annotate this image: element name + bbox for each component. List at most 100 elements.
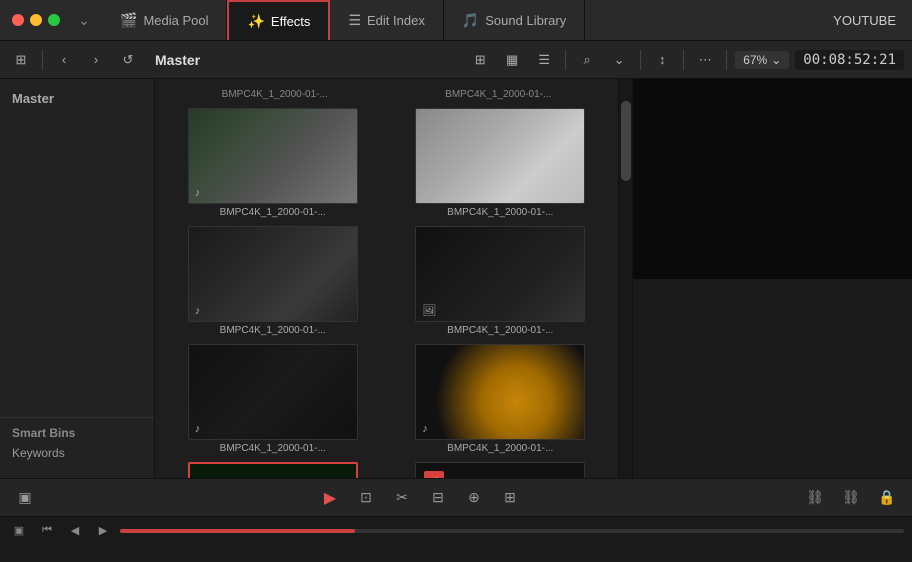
thumbnail-vid3: ♪: [188, 226, 358, 322]
back-icon[interactable]: ‹: [51, 47, 77, 73]
list-item[interactable]: ♪ BMPC4K_1_2000-01-...: [163, 344, 383, 454]
thumbnail-vid2: ♪: [415, 108, 585, 204]
timeline-bar: ▣ ⏮ ◀ ▶: [0, 516, 912, 544]
tab-edit-index[interactable]: ☰ Edit Index: [330, 0, 443, 40]
preview-video: [633, 79, 912, 279]
scroll-thumb[interactable]: [621, 101, 631, 181]
scroll-track[interactable]: [618, 79, 632, 478]
timeline-progress-bar[interactable]: [120, 529, 904, 533]
minimize-button[interactable]: [30, 14, 42, 26]
thumbnail-timeline: ✓ ⊟: [415, 462, 585, 478]
timeline-progress-fill: [120, 529, 355, 533]
tab-sound-library[interactable]: 🎵 Sound Library: [444, 0, 585, 40]
view-toggle-icon[interactable]: ⊞: [8, 47, 34, 73]
grid-view-icon[interactable]: ⊞: [467, 47, 493, 73]
zoom-value: 67%: [743, 53, 767, 67]
media-label: BMPC4K_1_2000-01-...: [188, 325, 358, 336]
list-item[interactable]: Kit 31 Cm 90BPM.wav: [163, 462, 383, 478]
replace-icon[interactable]: ⊕: [461, 485, 487, 511]
forward-icon[interactable]: ›: [83, 47, 109, 73]
timeline-monitor-icon[interactable]: ▣: [8, 520, 30, 542]
smart-bins-label: Smart Bins: [12, 426, 142, 440]
tab-sound-library-label: Sound Library: [485, 13, 566, 28]
main-layout: Master Smart Bins Keywords BMPC4K_1_2000…: [0, 79, 912, 478]
lock-icon[interactable]: 🔒: [874, 485, 900, 511]
media-area: BMPC4K_1_2000-01-... BMPC4K_1_2000-01-..…: [155, 79, 618, 478]
sidebar-item-keywords[interactable]: Keywords: [12, 444, 142, 462]
overwrite-icon[interactable]: ⊟: [425, 485, 451, 511]
divider3: [640, 50, 641, 70]
top-bar: ⌄ 🎬 Media Pool ✨ Effects ☰ Edit Index 🎵 …: [0, 0, 912, 41]
file-headers: BMPC4K_1_2000-01-... BMPC4K_1_2000-01-..…: [163, 87, 610, 104]
media-label: BMPC4K_1_2000-01-...: [415, 207, 585, 218]
close-button[interactable]: [12, 14, 24, 26]
timeline-prev-icon[interactable]: ◀: [64, 520, 86, 542]
thumbnail-vid1: ♪: [188, 108, 358, 204]
bottom-toolbar: ▣ ▶ ⊡ ✂ ⊟ ⊕ ⊞ ⛓ ⛓ 🔒: [0, 478, 912, 516]
sort-icon[interactable]: ↕: [649, 47, 675, 73]
window-title: YOUTUBE: [833, 13, 912, 28]
sidebar-master-label: Master: [0, 87, 154, 110]
cut-icon[interactable]: ✂: [389, 485, 415, 511]
monitor-icon[interactable]: ▣: [12, 485, 38, 511]
divider2: [565, 50, 566, 70]
sidebar-bottom: Smart Bins Keywords: [0, 417, 154, 470]
effects-icon: ✨: [247, 13, 264, 30]
link-clips-icon[interactable]: ⛓: [802, 485, 828, 511]
second-bar: ⊞ ‹ › ↺ Master ⊞ ▦ ☰ ⌕ ⌄ ↕ ⋯ 67% ⌄ 00:08…: [0, 41, 912, 79]
media-label: BMPC4K_1_2000-01-...: [415, 325, 585, 336]
trim-icon[interactable]: ⊡: [353, 485, 379, 511]
music-icon: ♪: [195, 423, 201, 435]
right-controls: ⊞ ▦ ☰ ⌕ ⌄ ↕ ⋯ 67% ⌄ 00:08:52:21: [467, 47, 904, 73]
more-options-icon[interactable]: ⋯: [692, 47, 718, 73]
list-item[interactable]: ✓ ⊟ Timeline 1: [391, 462, 611, 478]
list-item[interactable]: ♪ BMPC4K_1_2000-01-...: [163, 226, 383, 336]
thumbnail-vid6: ♪: [415, 344, 585, 440]
timeline-back-icon[interactable]: ⏮: [36, 520, 58, 542]
zoom-display[interactable]: 67% ⌄: [735, 51, 789, 69]
music-icon: ♪: [195, 305, 201, 317]
list-item[interactable]: ♪ BMPC4K_1_2000-01-...: [391, 344, 611, 454]
list-item[interactable]: 🖼 BMPC4K_1_2000-01-...: [391, 226, 611, 336]
media-label: BMPC4K_1_2000-01-...: [415, 443, 585, 454]
media-grid-row1: ♪ BMPC4K_1_2000-01-... ♪ BMPC4K_1_2000-0…: [163, 108, 610, 218]
folder-title: Master: [147, 52, 208, 68]
music-icon: ♪: [422, 423, 428, 435]
search-icon[interactable]: ⌕: [574, 47, 600, 73]
music-icon: ♪: [422, 187, 428, 199]
gap-icon[interactable]: ⊞: [497, 485, 523, 511]
thumbnail-vid4: 🖼: [415, 226, 585, 322]
list-view-icon[interactable]: ☰: [531, 47, 557, 73]
unlink-clips-icon[interactable]: ⛓: [838, 485, 864, 511]
image-icon: 🖼: [422, 304, 436, 317]
refresh-icon[interactable]: ↺: [115, 47, 141, 73]
tab-effects[interactable]: ✨ Effects: [227, 0, 330, 40]
media-label: BMPC4K_1_2000-01-...: [188, 207, 358, 218]
sound-library-icon: 🎵: [462, 12, 479, 29]
divider: [42, 50, 43, 70]
maximize-button[interactable]: [48, 14, 60, 26]
arrow-select-icon[interactable]: ▶: [317, 485, 343, 511]
thumbnail-audio: [188, 462, 358, 478]
traffic-lights: [0, 14, 72, 26]
list-item[interactable]: ♪ BMPC4K_1_2000-01-...: [163, 108, 383, 218]
tile-view-icon[interactable]: ▦: [499, 47, 525, 73]
timeline-next-icon[interactable]: ▶: [92, 520, 114, 542]
tab-media-pool[interactable]: 🎬 Media Pool: [102, 0, 227, 40]
timeline-track: [120, 529, 904, 533]
tab-media-pool-label: Media Pool: [143, 13, 208, 28]
music-icon: ♪: [195, 187, 201, 199]
thumbnail-vid5: ♪: [188, 344, 358, 440]
list-item[interactable]: ♪ BMPC4K_1_2000-01-...: [391, 108, 611, 218]
audio-waveform: [190, 464, 356, 478]
media-grid-row4: Kit 31 Cm 90BPM.wav ✓ ⊟ Timeline 1: [163, 462, 610, 478]
chevron-down-icon[interactable]: ⌄: [606, 47, 632, 73]
media-grid-row3: ♪ BMPC4K_1_2000-01-... ♪ BMPC4K_1_2000-0…: [163, 344, 610, 454]
tab-effects-label: Effects: [271, 14, 311, 29]
sidebar: Master Smart Bins Keywords: [0, 79, 155, 478]
media-label: BMPC4K_1_2000-01-...: [188, 443, 358, 454]
nav-chevron-icon[interactable]: ⌄: [72, 8, 96, 32]
divider5: [726, 50, 727, 70]
file-header-2: BMPC4K_1_2000-01-...: [387, 87, 611, 104]
edit-index-icon: ☰: [348, 12, 361, 29]
